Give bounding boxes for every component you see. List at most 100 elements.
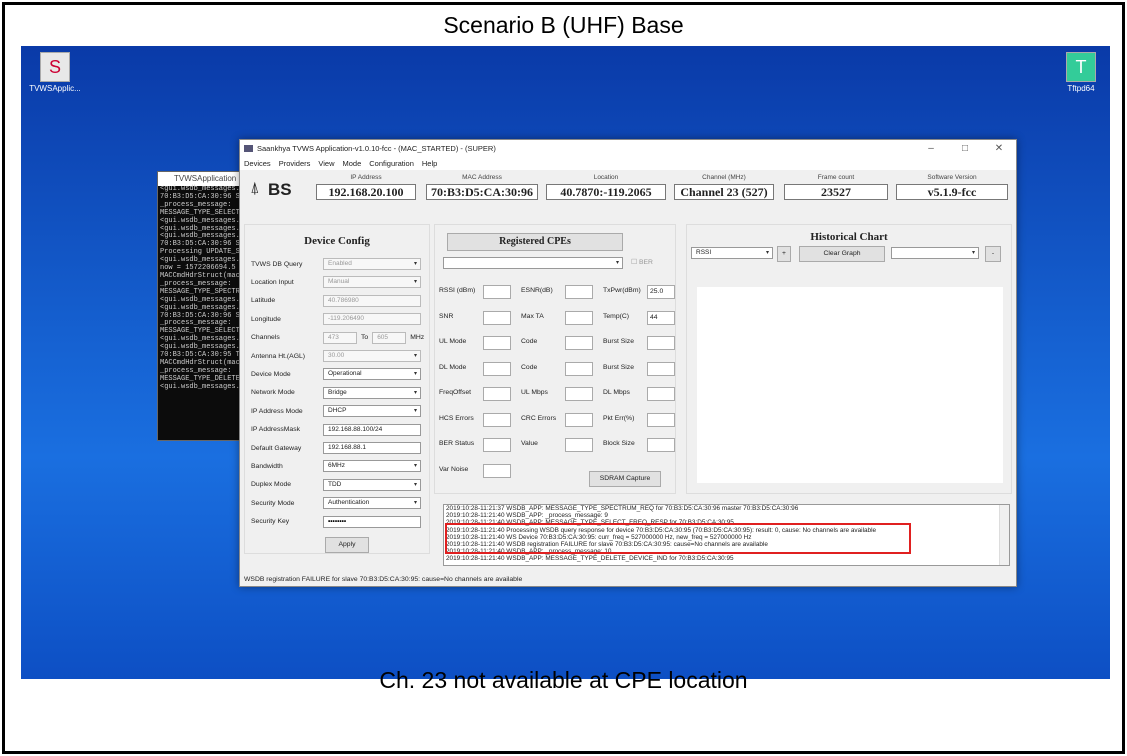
menu-providers[interactable]: Providers: [279, 159, 311, 168]
cpe-value-burst1: [647, 336, 675, 350]
config-field[interactable]: Manual ▾: [323, 276, 421, 289]
cpe-value-burst2: [647, 361, 675, 376]
menu-mode[interactable]: Mode: [343, 159, 362, 168]
cpe-label-berstat: BER Status: [439, 440, 475, 447]
config-field[interactable]: Authentication ▾: [323, 497, 421, 510]
config-row: TVWS DB Query Enabled ▾: [251, 257, 421, 271]
desktop-icon-tvws[interactable]: S TVWSApplic...: [25, 52, 85, 93]
config-field[interactable]: -119.206490: [323, 313, 421, 326]
config-field[interactable]: 6MHz ▾: [323, 460, 421, 473]
window-title: Saankhya TVWS Application-v1.0.10-fcc - …: [257, 143, 496, 153]
historical-chart-panel: Historical Chart RSSI ▾ + Clear Graph ▾ -: [686, 224, 1012, 494]
menu-bar: Devices Providers View Mode Configuratio…: [240, 156, 1016, 170]
location: Location 40.7870:-119.2065: [546, 172, 666, 200]
window-titlebar[interactable]: Saankhya TVWS Application-v1.0.10-fcc - …: [240, 140, 1016, 156]
status-bar: WSDB registration FAILURE for slave 70:B…: [244, 576, 523, 583]
config-label: IP AddressMask: [251, 426, 300, 434]
config-label: Location Input: [251, 278, 294, 286]
add-series-button[interactable]: +: [777, 246, 791, 262]
cpe-label-hcs: HCS Errors: [439, 414, 474, 422]
config-row: Default Gateway 192.168.88.1: [251, 441, 421, 455]
cpe-value-maxta: [565, 310, 593, 325]
cpe-label-rssi: RSSI (dBm): [439, 287, 476, 294]
app-icon: [244, 144, 253, 152]
config-value: Operational: [328, 370, 362, 378]
config-label: Bandwidth: [251, 462, 283, 470]
slide-frame: Scenario B (UHF) Base S TVWSApplic... T …: [2, 2, 1125, 754]
config-field[interactable]: TDD ▾: [323, 478, 421, 491]
apply-button[interactable]: Apply: [325, 537, 369, 553]
cpe-label-ulmode: UL Mode: [439, 338, 467, 345]
channel-end-stepper[interactable]: 605: [372, 331, 407, 344]
cpe-value-rssi: [483, 285, 511, 299]
menu-view[interactable]: View: [318, 159, 334, 168]
config-field[interactable]: ••••••••: [323, 515, 421, 528]
close-icon[interactable]: ✕: [982, 143, 1016, 154]
failure-highlight-box: [445, 523, 911, 554]
cpe-select[interactable]: ▾: [443, 257, 623, 269]
cpe-label-esnr: ESNR(dB): [521, 287, 553, 294]
config-label: TVWS DB Query: [251, 260, 303, 268]
config-field[interactable]: DHCP ▾: [323, 405, 421, 418]
chevron-down-icon: ▾: [413, 500, 417, 507]
config-field[interactable]: Operational ▾: [323, 368, 421, 381]
config-field[interactable]: 30.00 ▾: [323, 350, 421, 362]
log-scrollbar[interactable]: [999, 505, 1009, 565]
config-field[interactable]: 192.168.88.100/24: [323, 423, 421, 436]
log-line: 2019:10:28-11:21:40 WSDB_APP: _process_m…: [446, 512, 608, 520]
ber-checkbox[interactable]: ☐ BER: [631, 258, 653, 266]
cpe-value-pkt: [647, 412, 675, 427]
historical-chart-title: Historical Chart: [810, 231, 888, 243]
config-field[interactable]: Bridge ▾: [323, 386, 421, 399]
menu-configuration[interactable]: Configuration: [369, 159, 414, 168]
menu-devices[interactable]: Devices: [244, 159, 271, 168]
chevron-down-icon: ▾: [413, 261, 417, 267]
cpe-value-code1: [565, 336, 593, 350]
minimize-icon[interactable]: –: [914, 143, 948, 154]
cpe-value-temp: 44: [647, 310, 675, 325]
config-field[interactable]: Enabled ▾: [323, 258, 421, 270]
log-panel[interactable]: 2019:10:28-11:21:37 WSDB_APP: MESSAGE_TY…: [443, 504, 1010, 566]
config-label: Channels: [251, 334, 280, 342]
device-config-title: Device Config: [304, 235, 370, 247]
cpe-label-varnoise: Var Noise: [439, 465, 469, 473]
cpe-label-code2: Code: [521, 363, 538, 371]
desktop: S TVWSApplic... T Tftpd64 TVWSApplicatio…: [21, 46, 1110, 679]
chart-metric-select[interactable]: RSSI ▾: [691, 247, 773, 259]
remove-series-button[interactable]: -: [985, 246, 1001, 262]
registered-cpes-button[interactable]: Registered CPEs: [447, 233, 623, 251]
sdram-capture-button[interactable]: SDRAM Capture: [589, 471, 661, 487]
menu-help[interactable]: Help: [422, 159, 437, 168]
log-line: 2019:10:28-11:21:37 WSDB_APP: MESSAGE_TY…: [446, 505, 799, 512]
series-select[interactable]: ▾: [891, 247, 979, 259]
config-label: Latitude: [251, 297, 276, 305]
config-row: Location Input Manual ▾: [251, 275, 421, 289]
config-row: Bandwidth 6MHz ▾: [251, 459, 421, 473]
config-value: TDD: [328, 480, 342, 488]
config-row: Antenna Ht.(AGL) 30.00 ▾: [251, 349, 421, 363]
desktop-icon-tftpd[interactable]: T Tftpd64: [1051, 52, 1110, 93]
cpe-label-value: Value: [521, 440, 538, 447]
maximize-icon[interactable]: □: [948, 143, 982, 154]
channel: Channel (MHz) Channel 23 (527): [674, 172, 774, 200]
clear-graph-button[interactable]: Clear Graph: [799, 246, 885, 262]
cpe-value-ulmbps: [565, 387, 593, 401]
channel-start-stepper[interactable]: 473: [323, 331, 357, 344]
cpe-label-freq: FreqOffset: [439, 389, 471, 396]
chevron-down-icon: ▾: [413, 481, 417, 488]
chart-area: [697, 287, 1003, 483]
config-value: 40.786980: [328, 296, 359, 304]
config-field[interactable]: 192.168.88.1: [323, 442, 421, 454]
cpe-label-snr: SNR: [439, 312, 454, 320]
cpe-value-freq: [483, 387, 511, 401]
cpe-value-dlmbps: [647, 387, 675, 401]
chevron-down-icon: ▾: [413, 371, 417, 378]
config-row: Longitude -119.206490: [251, 312, 421, 326]
cpe-label-code1: Code: [521, 338, 538, 345]
config-field[interactable]: 40.786980: [323, 294, 421, 307]
cpe-label-ulmbps: UL Mbps: [521, 389, 548, 396]
config-label: Security Key: [251, 518, 290, 526]
mac-address: MAC Address 70:B3:D5:CA:30:96: [426, 172, 538, 200]
config-label: Duplex Mode: [251, 481, 292, 489]
device-config-panel: Device Config TVWS DB Query Enabled ▾ Locat…: [244, 224, 430, 554]
